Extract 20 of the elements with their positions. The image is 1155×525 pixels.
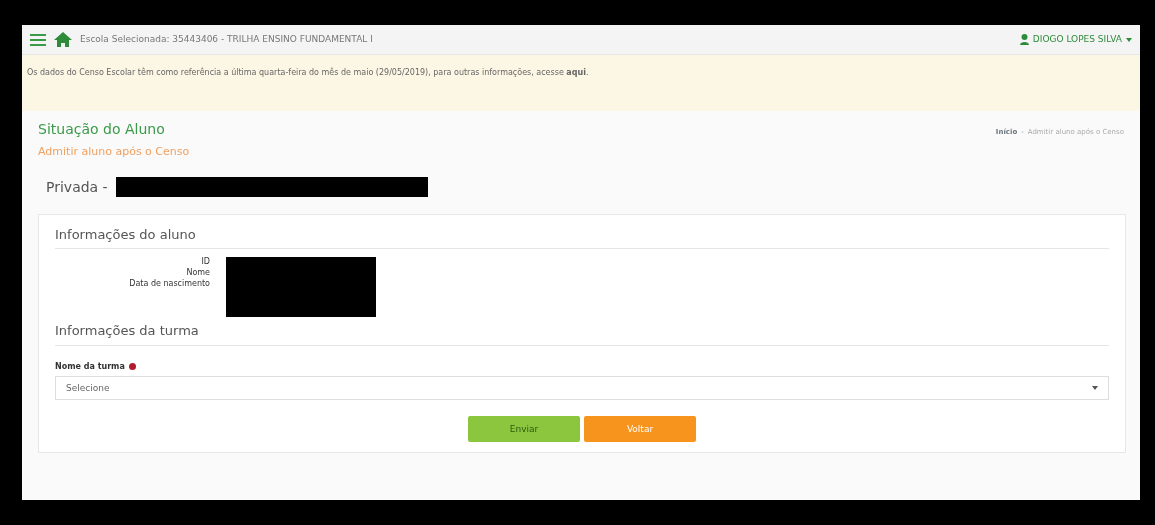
user-icon bbox=[1019, 34, 1029, 45]
caret-icon bbox=[1092, 386, 1098, 391]
caret-icon bbox=[1126, 37, 1132, 42]
notice-text: Os dados do Censo Escolar têm como referência a última quarta-feira do mês de maio (29/05/2019), para outras informações, acesse aqui. bbox=[27, 68, 589, 77]
user-menu[interactable]: DIOGO LOPES SILVA bbox=[1019, 32, 1132, 47]
field-label: Data de nascimento bbox=[128, 278, 210, 290]
page-subtitle: Admitir aluno após o Censo bbox=[38, 144, 190, 160]
submit-button[interactable]: Enviar bbox=[468, 416, 580, 443]
section-title: Informações da turma bbox=[55, 321, 1109, 346]
back-button[interactable]: Voltar bbox=[584, 416, 696, 443]
field-label: Nome da turma bbox=[55, 361, 125, 373]
school-heading: Privada - bbox=[46, 177, 108, 197]
page-title: Situação do Aluno bbox=[38, 120, 166, 139]
field-label: Nome bbox=[185, 267, 210, 279]
section-title: Informações do aluno bbox=[55, 224, 1109, 249]
field-label: ID bbox=[200, 257, 210, 268]
class-select[interactable]: Selecione bbox=[55, 376, 1109, 401]
home-icon[interactable] bbox=[54, 32, 72, 47]
school-name: Escola Selecionada: 35443406 - TRILHA ENSINO FUNDAMENTAL I bbox=[80, 32, 373, 46]
menu-icon[interactable] bbox=[30, 33, 46, 46]
